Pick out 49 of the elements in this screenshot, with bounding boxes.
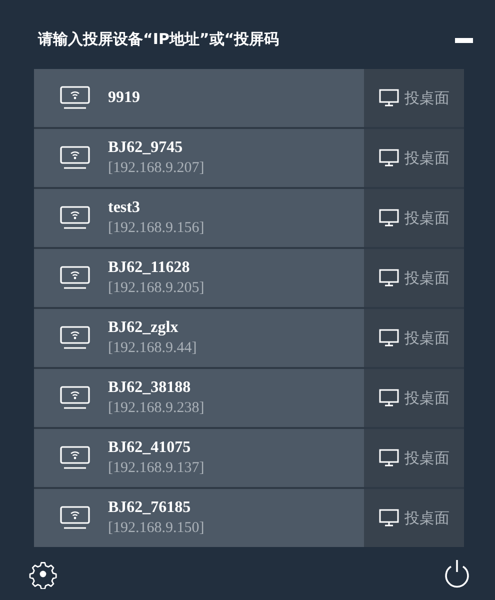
cast-desktop-button[interactable]: 投桌面 (364, 189, 464, 247)
device-address: [192.168.9.238] (108, 400, 204, 417)
wifi-monitor-icon (60, 506, 90, 530)
device-item[interactable]: test3 [192.168.9.156] (34, 189, 364, 247)
cast-desktop-button[interactable]: 投桌面 (364, 489, 464, 547)
wifi-monitor-icon (60, 206, 90, 230)
device-name: test3 (108, 199, 141, 217)
device-name: BJ62_11628 (108, 259, 191, 277)
device-name: BJ62_41075 (108, 439, 192, 457)
device-address: [192.168.9.150] (108, 520, 204, 537)
device-address: [192.168.9.207] (108, 160, 204, 177)
device-name: 9919 (108, 89, 140, 107)
monitor-icon (378, 329, 398, 347)
wifi-monitor-icon (60, 326, 90, 350)
monitor-icon (378, 389, 398, 407)
device-item[interactable]: BJ62_zglx [192.168.9.44] (34, 309, 364, 367)
monitor-icon (378, 149, 398, 167)
device-item[interactable]: BJ62_76185 [192.168.9.150] (34, 489, 364, 547)
device-item[interactable]: BJ62_41075 [192.168.9.137] (34, 429, 364, 487)
wifi-monitor-icon (60, 386, 90, 410)
monitor-icon (378, 509, 398, 527)
device-address: [192.168.9.205] (108, 280, 204, 297)
power-icon[interactable] (443, 558, 471, 588)
wifi-monitor-icon (60, 146, 90, 170)
monitor-icon (378, 89, 398, 107)
wifi-monitor-icon (60, 446, 90, 470)
cast-desktop-button[interactable]: 投桌面 (364, 309, 464, 367)
device-address: [192.168.9.137] (108, 460, 204, 477)
monitor-icon (378, 209, 398, 227)
device-name: BJ62_38188 (108, 379, 192, 397)
cast-desktop-button[interactable]: 投桌面 (364, 69, 464, 127)
panel-title: 请输入投屏设备“IP地址”或“投屏码 (38, 30, 280, 49)
cast-desktop-button[interactable]: 投桌面 (364, 429, 464, 487)
cast-desktop-button[interactable]: 投桌面 (364, 249, 464, 307)
device-item[interactable]: BJ62_11628 [192.168.9.205] (34, 249, 364, 307)
device-address: [192.168.9.44] (108, 340, 197, 357)
device-item[interactable]: 9919 (34, 69, 364, 127)
monitor-icon (378, 269, 398, 287)
cast-desktop-button[interactable]: 投桌面 (364, 129, 464, 187)
wifi-monitor-icon (60, 86, 90, 110)
device-name: BJ62_zglx (108, 319, 180, 337)
device-name: BJ62_76185 (108, 499, 192, 517)
wifi-monitor-icon (60, 266, 90, 290)
device-item[interactable]: BJ62_38188 [192.168.9.238] (34, 369, 364, 427)
monitor-icon (378, 449, 398, 467)
cast-desktop-button[interactable]: 投桌面 (364, 369, 464, 427)
device-item[interactable]: BJ62_9745 [192.168.9.207] (34, 129, 364, 187)
device-name: BJ62_9745 (108, 139, 184, 157)
device-address: [192.168.9.156] (108, 220, 204, 237)
